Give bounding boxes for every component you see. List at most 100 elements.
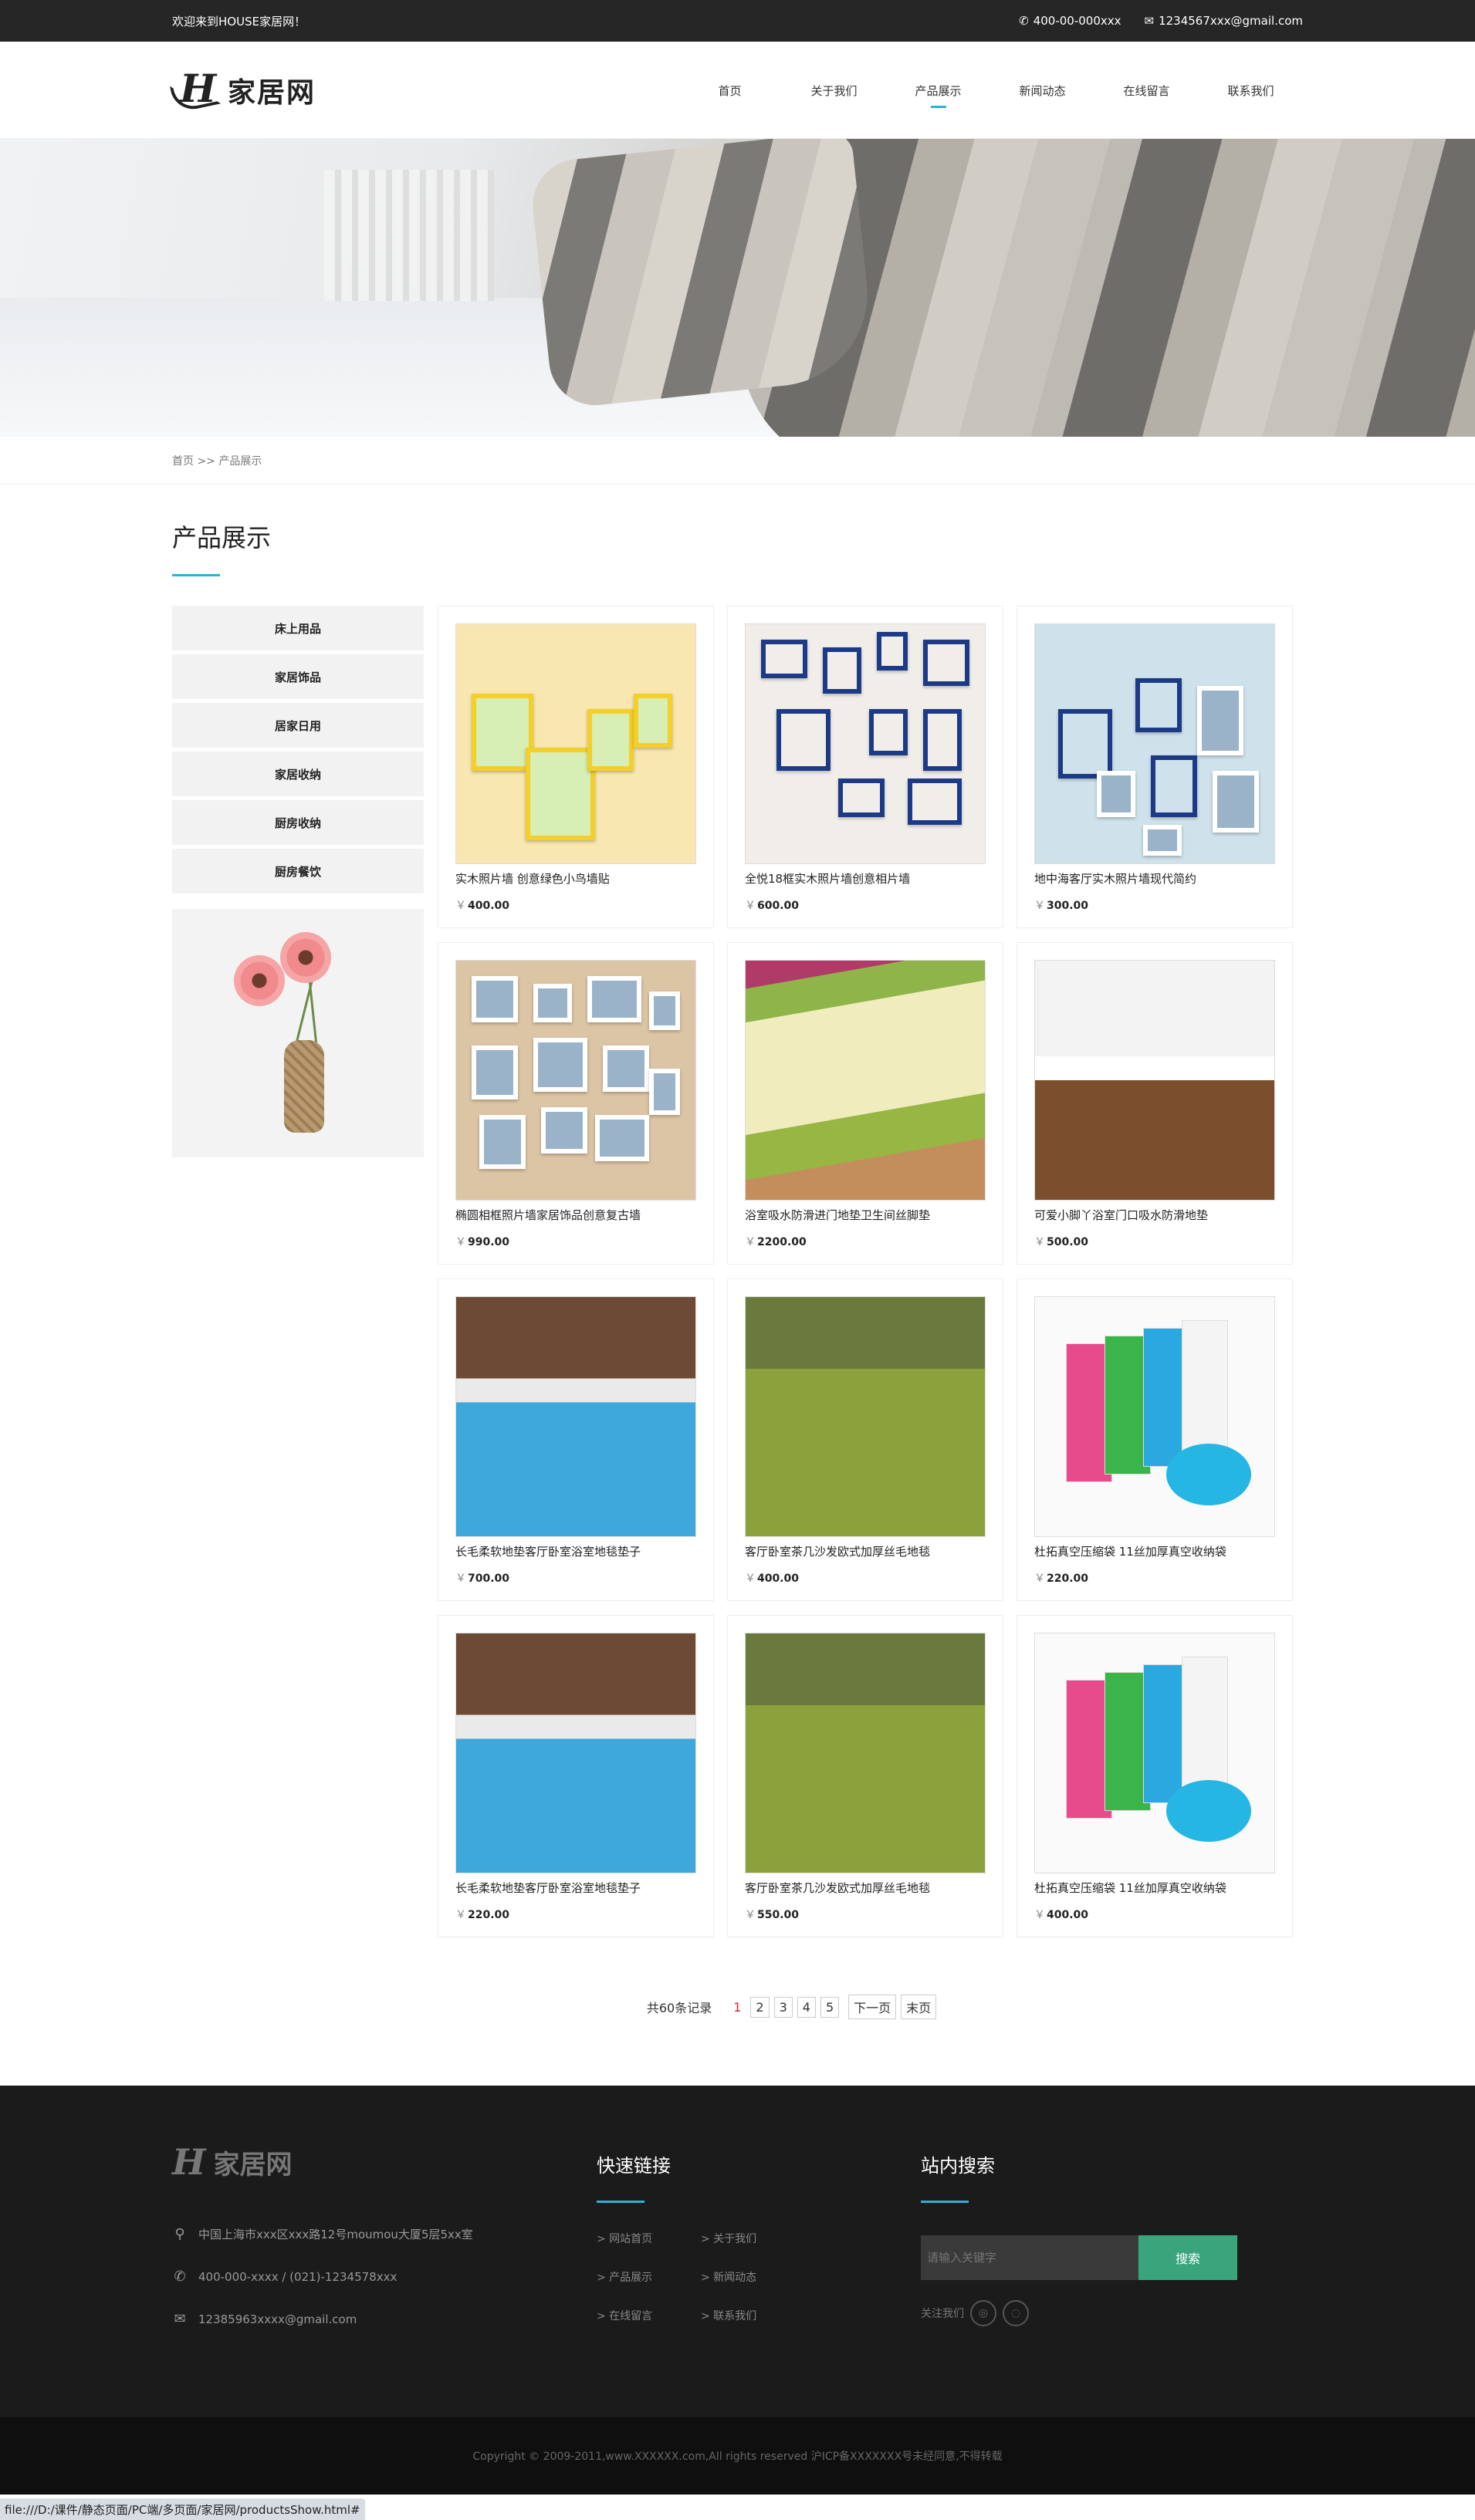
- footer-logo[interactable]: H 家居网: [172, 2141, 597, 2183]
- nav-item-4[interactable]: 在线留言: [1094, 75, 1199, 106]
- breadcrumb[interactable]: 首页 >> 产品展示: [172, 453, 262, 468]
- footer-phone: ✆ 400-000-xxxx / (021)-1234578xxx: [172, 2268, 597, 2285]
- product-name[interactable]: 长毛柔软地垫客厅卧室浴室地毯垫子: [455, 1543, 696, 1559]
- breadcrumb-bar: 首页 >> 产品展示: [0, 437, 1475, 485]
- pagination: 共60条记录 1 2345 下一页 末页: [172, 1995, 1303, 2019]
- product-image[interactable]: [745, 1296, 986, 1537]
- product-image[interactable]: [745, 623, 986, 864]
- currency-symbol: ￥: [1034, 1909, 1045, 1921]
- pager-page[interactable]: 2: [750, 1996, 770, 2018]
- pager-last[interactable]: 末页: [901, 1995, 937, 2019]
- product-name[interactable]: 可爱小脚丫浴室门口吸水防滑地垫: [1034, 1207, 1275, 1223]
- sidebar: 床上用品 家居饰品 居家日用 家居收纳 厨房收纳 厨房餐饮: [172, 606, 424, 1937]
- product-card[interactable]: 长毛柔软地垫客厅卧室浴室地毯垫子 ￥ 700.00: [438, 1279, 714, 1601]
- flower-vase-image: [172, 909, 424, 1157]
- pager-next[interactable]: 下一页: [848, 1995, 897, 2019]
- product-image[interactable]: [1034, 623, 1275, 864]
- price-value: 990.00: [468, 1236, 510, 1248]
- product-image[interactable]: [455, 1296, 696, 1537]
- price-value: 220.00: [1047, 1572, 1089, 1585]
- pager-page[interactable]: 3: [773, 1996, 793, 2018]
- currency-symbol: ￥: [745, 1572, 756, 1585]
- product-price: ￥ 220.00: [455, 1907, 696, 1922]
- footer: H 家居网 ⚲ 中国上海市xxx区xxx路12号moumou大厦5层5xx室 ✆…: [0, 2086, 1475, 2417]
- product-name[interactable]: 实木照片墙 创意绿色小鸟墙贴: [455, 870, 696, 887]
- product-card[interactable]: 客厅卧室茶几沙发欧式加厚丝毛地毯 ￥ 550.00: [727, 1615, 1003, 1937]
- product-card[interactable]: 地中海客厅实木照片墙现代简约 ￥ 300.00: [1017, 606, 1293, 928]
- pager-total: 共60条记录: [646, 2001, 712, 2015]
- nav-item-0[interactable]: 首页: [678, 75, 782, 106]
- quick-links: > 网站首页 > 关于我们 > 产品展示 > 新闻动态 > 在线留言 > 联系我们: [597, 2231, 921, 2323]
- price-value: 700.00: [468, 1572, 510, 1585]
- product-image[interactable]: [1034, 1296, 1275, 1537]
- copyright-bar: Copyright © 2009-2011,www.XXXXXX.com,All…: [0, 2417, 1475, 2495]
- category-item[interactable]: 床上用品: [172, 606, 424, 650]
- pager-page[interactable]: 5: [820, 1996, 840, 2018]
- category-item[interactable]: 家居收纳: [172, 752, 424, 796]
- product-image[interactable]: [455, 1633, 696, 1873]
- product-card[interactable]: 可爱小脚丫浴室门口吸水防滑地垫 ￥ 500.00: [1017, 942, 1293, 1265]
- weibo-icon[interactable]: ◎: [970, 2300, 996, 2326]
- product-name[interactable]: 杜拓真空压缩袋 11丝加厚真空收纳袋: [1034, 1880, 1275, 1896]
- logo[interactable]: H 家居网: [169, 66, 316, 113]
- product-name[interactable]: 全悦18框实木照片墙创意相片墙: [745, 870, 986, 887]
- product-name[interactable]: 地中海客厅实木照片墙现代简约: [1034, 870, 1275, 887]
- price-value: 300.00: [1047, 900, 1089, 912]
- currency-symbol: ￥: [455, 1572, 466, 1585]
- product-name[interactable]: 椭圆相框照片墙家居饰品创意复古墙: [455, 1207, 696, 1223]
- product-price: ￥ 300.00: [1034, 897, 1275, 913]
- top-bar: 欢迎来到HOUSE家居网！ ✆ 400-00-000xxx ✉ 1234567x…: [0, 0, 1475, 42]
- quick-links-underline: [597, 2201, 644, 2203]
- product-card[interactable]: 客厅卧室茶几沙发欧式加厚丝毛地毯 ￥ 400.00: [727, 1279, 1003, 1601]
- product-image[interactable]: [455, 623, 696, 864]
- page-title: 产品展示: [172, 523, 272, 552]
- product-name[interactable]: 杜拓真空压缩袋 11丝加厚真空收纳袋: [1034, 1543, 1275, 1559]
- product-name[interactable]: 长毛柔软地垫客厅卧室浴室地毯垫子: [455, 1880, 696, 1896]
- product-name[interactable]: 浴室吸水防滑进门地垫卫生间丝脚垫: [745, 1207, 986, 1223]
- footer-email: ✉ 12385963xxxx@gmail.com: [172, 2311, 597, 2327]
- mail-icon: ✉: [1144, 14, 1155, 28]
- product-name[interactable]: 客厅卧室茶几沙发欧式加厚丝毛地毯: [745, 1880, 986, 1896]
- wechat-icon[interactable]: ◌: [1003, 2300, 1029, 2326]
- footer-link[interactable]: > 产品展示: [597, 2269, 701, 2285]
- product-card[interactable]: 全悦18框实木照片墙创意相片墙 ￥ 600.00: [727, 606, 1003, 928]
- product-image[interactable]: [1034, 1633, 1275, 1873]
- title-underline: [172, 574, 220, 576]
- site-search-title: 站内搜索: [921, 2155, 995, 2177]
- footer-link[interactable]: > 新闻动态: [701, 2269, 805, 2285]
- footer-link[interactable]: > 关于我们: [701, 2231, 805, 2246]
- category-item[interactable]: 厨房餐饮: [172, 849, 424, 893]
- category-item[interactable]: 居家日用: [172, 703, 424, 748]
- search-button[interactable]: 搜索: [1138, 2235, 1237, 2280]
- product-image[interactable]: [455, 960, 696, 1201]
- product-card[interactable]: 杜拓真空压缩袋 11丝加厚真空收纳袋 ￥ 220.00: [1017, 1279, 1293, 1601]
- nav-item-2[interactable]: 产品展示: [886, 75, 990, 108]
- header: H 家居网 首页 关于我们 产品展示 新闻动态 在线留言 联系我们: [0, 42, 1475, 139]
- footer-link[interactable]: > 联系我们: [701, 2308, 805, 2323]
- product-card[interactable]: 杜拓真空压缩袋 11丝加厚真空收纳袋 ￥ 400.00: [1017, 1615, 1293, 1937]
- product-name[interactable]: 客厅卧室茶几沙发欧式加厚丝毛地毯: [745, 1543, 986, 1559]
- product-card[interactable]: 长毛柔软地垫客厅卧室浴室地毯垫子 ￥ 220.00: [438, 1615, 714, 1937]
- main-nav: 首页 关于我们 产品展示 新闻动态 在线留言 联系我们: [678, 75, 1303, 108]
- currency-symbol: ￥: [745, 1236, 756, 1248]
- footer-link[interactable]: > 在线留言: [597, 2308, 701, 2323]
- product-price: ￥ 220.00: [1034, 1570, 1275, 1586]
- mail-icon: ✉: [174, 2311, 186, 2327]
- category-item[interactable]: 家居饰品: [172, 654, 424, 699]
- product-image[interactable]: [745, 960, 986, 1201]
- product-card[interactable]: 实木照片墙 创意绿色小鸟墙贴 ￥ 400.00: [438, 606, 714, 928]
- category-item[interactable]: 厨房收纳: [172, 800, 424, 845]
- pager-page[interactable]: 4: [797, 1996, 816, 2018]
- nav-item-3[interactable]: 新闻动态: [990, 75, 1094, 106]
- product-price: ￥ 400.00: [1034, 1907, 1275, 1922]
- footer-link[interactable]: > 网站首页: [597, 2231, 701, 2246]
- price-value: 2200.00: [757, 1236, 807, 1248]
- product-card[interactable]: 浴室吸水防滑进门地垫卫生间丝脚垫 ￥ 2200.00: [727, 942, 1003, 1265]
- product-price: ￥ 2200.00: [745, 1234, 986, 1249]
- product-image[interactable]: [1034, 960, 1275, 1201]
- nav-item-1[interactable]: 关于我们: [782, 75, 886, 106]
- product-card[interactable]: 椭圆相框照片墙家居饰品创意复古墙 ￥ 990.00: [438, 942, 714, 1265]
- product-image[interactable]: [745, 1633, 986, 1873]
- nav-item-5[interactable]: 联系我们: [1199, 75, 1303, 106]
- search-input[interactable]: [921, 2235, 1138, 2280]
